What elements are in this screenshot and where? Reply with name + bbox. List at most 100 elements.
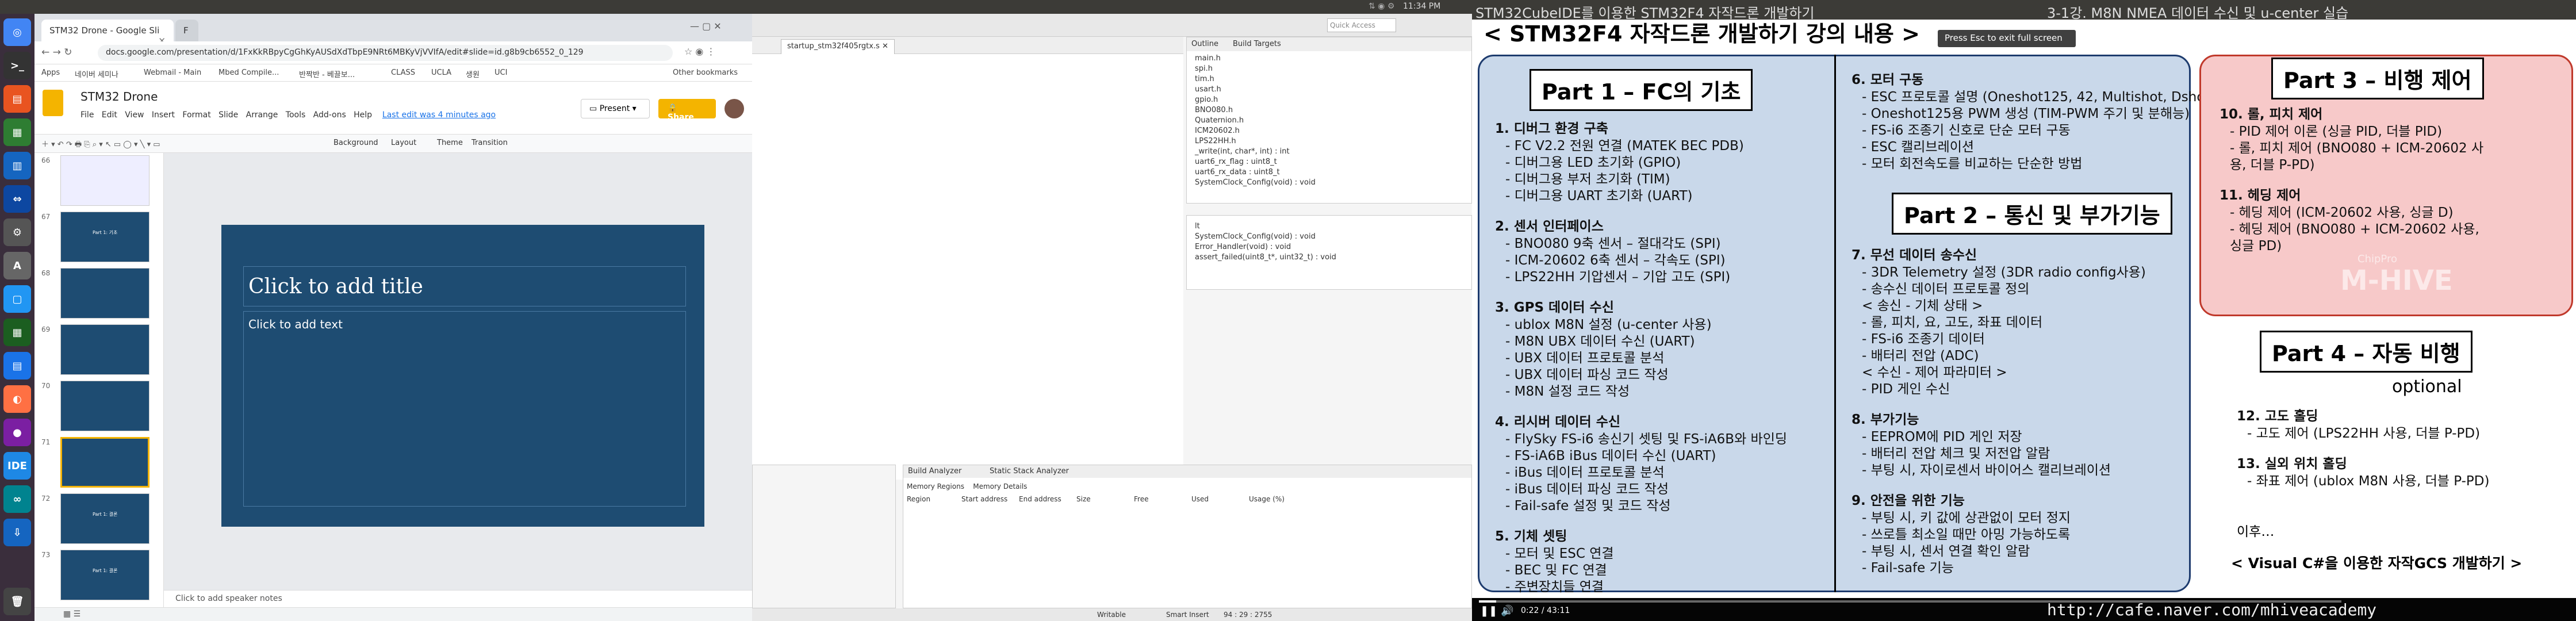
quick-access[interactable]: Quick Access	[1327, 18, 1396, 32]
app-icon[interactable]: ●	[3, 419, 31, 446]
menu-view[interactable]: View	[125, 110, 144, 120]
menu-format[interactable]: Format	[182, 110, 210, 120]
network-icon[interactable]: ⇅ ◉ ⚙	[1368, 2, 1394, 11]
writer-icon[interactable]: ▥	[3, 152, 31, 179]
present-button[interactable]: ▭ Present ▾	[581, 99, 650, 118]
title-placeholder[interactable]: Click to add title	[243, 266, 686, 306]
outline-item[interactable]: BNO080.h	[1195, 105, 1316, 116]
speaker-notes[interactable]: Click to add speaker notes	[164, 590, 752, 607]
menu-arrange[interactable]: Arrange	[246, 110, 278, 120]
bookmark-other[interactable]: Other bookmarks	[673, 68, 738, 77]
outline-item[interactable]: Quaternion.h	[1195, 116, 1316, 126]
outline-item[interactable]: SystemClock_Config(void) : void	[1195, 178, 1316, 188]
menu-tools[interactable]: Tools	[286, 110, 306, 120]
star-icon[interactable]: ☆ ◉ ⋮	[684, 46, 715, 57]
bookmark-3[interactable]: Mbed Compile...	[218, 68, 279, 77]
slide-thumbnail[interactable]	[60, 268, 150, 319]
outline-item[interactable]: uart6_rx_flag : uint8_t	[1195, 157, 1316, 167]
settings-icon[interactable]: ⚙	[3, 218, 31, 246]
outline-item[interactable]: gpio.h	[1195, 95, 1316, 105]
col-used: Used	[1191, 495, 1209, 503]
terminal-icon[interactable]: >_	[3, 52, 31, 79]
slide-thumbnail[interactable]: Part 1: 기초	[60, 212, 150, 262]
ide-icon[interactable]: IDE	[3, 452, 31, 480]
tab-memory-details[interactable]: Memory Details	[973, 482, 1027, 490]
menu-help[interactable]: Help	[354, 110, 372, 120]
layout-button[interactable]: Layout	[391, 139, 416, 147]
body-placeholder[interactable]: Click to add text	[243, 311, 686, 507]
tab-second[interactable]: F	[175, 20, 198, 41]
outline-item[interactable]: SystemClock_Config(void) : void	[1195, 232, 1336, 242]
volume-icon[interactable]: 🔊	[1501, 605, 1513, 617]
menu-slide[interactable]: Slide	[218, 110, 238, 120]
bookmark-6[interactable]: UCLA	[431, 68, 451, 77]
bookmark-4[interactable]: 반짝반 - 베끌보...	[299, 68, 355, 79]
slide-thumbnail[interactable]	[60, 155, 150, 206]
outline-item[interactable]: assert_failed(uint8_t*, uint32_t) : void	[1195, 252, 1336, 263]
slide-thumbnail[interactable]: Part 1: 결론	[60, 493, 150, 544]
toolbar-icons[interactable]: ＋ ▾ ↶ ↷ 🖶 ⎘ ⌕ ▾ ↖ ▭ ◯ ▾ ╲ ▾ ▭	[41, 138, 160, 152]
bookmark-8[interactable]: UCI	[494, 68, 507, 77]
background-button[interactable]: Background	[334, 139, 378, 147]
bookmark-5[interactable]: CLASS	[391, 68, 415, 77]
pause-icon[interactable]: ❚❚	[1480, 605, 1497, 617]
menu-edit[interactable]: Edit	[102, 110, 117, 120]
omnibox[interactable]: docs.google.com/presentation/d/1FxKkRBpy…	[98, 45, 673, 61]
docs-icon[interactable]: ▤	[3, 352, 31, 379]
slide-thumbnail[interactable]: Part 1: 결론	[60, 550, 150, 600]
outline-item[interactable]: tim.h	[1195, 74, 1316, 85]
menu-insert[interactable]: Insert	[152, 110, 175, 120]
bookmark-apps[interactable]: Apps	[41, 68, 60, 77]
menu-file[interactable]: File	[80, 110, 94, 120]
share-button[interactable]: 🔒 Share	[658, 99, 716, 122]
window-icon[interactable]: ▢	[3, 285, 31, 313]
window-controls[interactable]: — ▢ ✕	[690, 21, 722, 32]
bookmark-7[interactable]: 생원	[466, 68, 480, 79]
tab-outline[interactable]: Outline	[1191, 40, 1218, 48]
tab-memory-regions[interactable]: Memory Regions	[907, 482, 964, 490]
nav-buttons[interactable]: ← → ↻	[41, 47, 72, 58]
arduino-icon[interactable]: ∞	[3, 485, 31, 513]
outline-item[interactable]: lt	[1195, 221, 1336, 232]
download-icon[interactable]: ⇩	[3, 519, 31, 546]
slide-thumbnail-selected[interactable]	[60, 437, 150, 488]
firefox-icon[interactable]: ◐	[3, 385, 31, 413]
tab-build-targets[interactable]: Build Targets	[1233, 40, 1281, 48]
code-editor[interactable]	[752, 54, 1183, 480]
tab-build-analyzer[interactable]: Build Analyzer	[908, 467, 961, 476]
outline-item[interactable]: ICM20602.h	[1195, 126, 1316, 136]
outline-item[interactable]: Error_Handler(void) : void	[1195, 242, 1336, 252]
outline-item[interactable]: uart6_rx_data : uint8_t	[1195, 167, 1316, 178]
slides-logo-icon[interactable]	[43, 90, 63, 116]
bookmark-1[interactable]: 네이버 세미나	[75, 68, 118, 79]
current-slide[interactable]: Click to add title Click to add text	[221, 225, 704, 527]
trash-icon[interactable]: 🗑	[3, 588, 31, 615]
tab-static-stack[interactable]: Static Stack Analyzer	[990, 467, 1069, 476]
outline-item[interactable]: usart.h	[1195, 85, 1316, 95]
outline-item[interactable]: spi.h	[1195, 64, 1316, 74]
editor-tab[interactable]: startup_stm32f405rgtx.s ✕	[781, 39, 895, 54]
bookmark-2[interactable]: Webmail - Main	[144, 68, 201, 77]
console-panel[interactable]	[752, 465, 896, 608]
theme-button[interactable]: Theme	[437, 139, 463, 147]
chrome-icon[interactable]: ◎	[3, 18, 31, 46]
outline-item[interactable]: main.h	[1195, 53, 1316, 64]
outline-item[interactable]: _write(int, char*, int) : int	[1195, 147, 1316, 157]
teamviewer-icon[interactable]: ⇔	[3, 185, 31, 213]
grid-view-icon[interactable]: ▦ ☰	[63, 610, 80, 619]
transition-button[interactable]: Transition	[471, 139, 508, 147]
memory-tabs: Memory Regions Memory Details	[907, 482, 1027, 490]
calc-icon[interactable]: ▦	[3, 118, 31, 146]
menu-addons[interactable]: Add-ons	[313, 110, 346, 120]
files-icon[interactable]: ▤	[3, 85, 31, 113]
outline-item[interactable]: LPS22HH.h	[1195, 136, 1316, 147]
software-icon[interactable]: A	[3, 252, 31, 279]
slide-thumbnail[interactable]	[60, 381, 150, 431]
last-edit-link[interactable]: Last edit was 4 minutes ago	[382, 110, 496, 120]
sheets-icon[interactable]: ▦	[3, 319, 31, 346]
tab-slides[interactable]: STM32 Drone - Google Sli ✕	[41, 20, 174, 46]
slide-thumbnail[interactable]	[60, 324, 150, 375]
avatar[interactable]	[724, 99, 744, 118]
presentation-title[interactable]: STM32 Drone	[80, 90, 158, 103]
filmstrip-view-toggle[interactable]: ▦ ☰	[34, 607, 752, 621]
